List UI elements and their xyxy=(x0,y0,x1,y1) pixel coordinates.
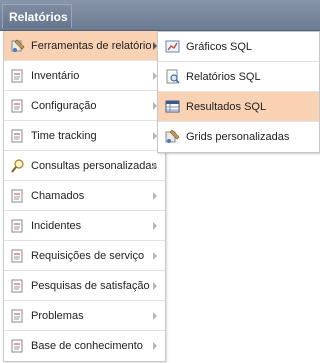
menu-item-ferramentas-de-relatorio[interactable]: Ferramentas de relatório xyxy=(4,31,165,61)
menu-item-requisicoes-de-servico[interactable]: Requisições de serviço xyxy=(4,241,165,271)
menu-item-pesquisas-de-satisfacao[interactable]: Pesquisas de satisfação xyxy=(4,271,165,301)
submenu-item-label: Gráficos SQL xyxy=(186,41,253,53)
menu-item-label: Configuração xyxy=(31,100,97,112)
menu-item-label: Chamados xyxy=(31,190,85,202)
chevron-right-icon xyxy=(153,192,157,200)
report-tools-submenu: Gráficos SQL Relatórios SQL Resultados S… xyxy=(157,31,320,153)
submenu-item-graficos-sql[interactable]: Gráficos SQL xyxy=(158,32,319,62)
menu-item-label: Inventário xyxy=(31,70,80,82)
report-icon xyxy=(165,69,180,84)
menu-item-incidentes[interactable]: Incidentes xyxy=(4,211,165,241)
menu-item-inventario[interactable]: Inventário xyxy=(4,61,165,91)
submenu-item-label: Resultados SQL xyxy=(186,101,267,113)
chevron-right-icon xyxy=(153,222,157,230)
tools-icon xyxy=(165,129,180,144)
submenu-item-label: Grids personalizadas xyxy=(186,131,290,143)
chevron-right-icon xyxy=(153,312,157,320)
document-icon xyxy=(11,279,23,293)
chevron-right-icon xyxy=(153,162,157,170)
tools-icon xyxy=(11,39,25,53)
menu-item-base-de-conhecimento[interactable]: Base de conhecimento xyxy=(4,331,165,361)
menu-item-label: Consultas personalizadas xyxy=(31,160,157,172)
menu-item-chamados[interactable]: Chamados xyxy=(4,181,165,211)
document-icon xyxy=(11,309,23,323)
menu-tab-relatorios[interactable]: Relatórios xyxy=(2,4,72,28)
menu-item-label: Pesquisas de satisfação xyxy=(31,280,150,292)
menu-item-configuracao[interactable]: Configuração xyxy=(4,91,165,121)
menu-item-label: Time tracking xyxy=(31,130,97,142)
document-icon xyxy=(11,69,23,83)
document-icon xyxy=(11,249,23,263)
menu-item-time-tracking[interactable]: Time tracking xyxy=(4,121,165,151)
document-icon xyxy=(11,189,23,203)
document-icon xyxy=(11,339,23,353)
chevron-right-icon xyxy=(153,252,157,260)
chevron-right-icon xyxy=(153,342,157,350)
document-icon xyxy=(11,219,23,233)
submenu-item-label: Relatórios SQL xyxy=(186,71,261,83)
reports-dropdown-menu: Ferramentas de relatório Inventário Conf… xyxy=(3,31,166,362)
chevron-right-icon xyxy=(153,282,157,290)
magnifier-icon xyxy=(11,159,24,173)
menu-item-label: Problemas xyxy=(31,310,84,322)
menu-item-consultas-personalizadas[interactable]: Consultas personalizadas xyxy=(4,151,165,181)
top-menu-bar: Relatórios xyxy=(0,0,320,31)
menu-item-label: Ferramentas de relatório xyxy=(31,40,152,52)
submenu-item-relatorios-sql[interactable]: Relatórios SQL xyxy=(158,62,319,92)
menu-item-problemas[interactable]: Problemas xyxy=(4,301,165,331)
submenu-item-resultados-sql[interactable]: Resultados SQL xyxy=(158,92,319,122)
document-icon xyxy=(11,129,23,143)
table-icon xyxy=(165,99,180,114)
submenu-item-grids-personalizadas[interactable]: Grids personalizadas xyxy=(158,122,319,152)
chart-icon xyxy=(165,39,180,54)
menu-item-label: Incidentes xyxy=(31,220,82,232)
document-icon xyxy=(11,99,23,113)
menu-item-label: Base de conhecimento xyxy=(31,340,143,352)
menu-item-label: Requisições de serviço xyxy=(31,250,145,262)
